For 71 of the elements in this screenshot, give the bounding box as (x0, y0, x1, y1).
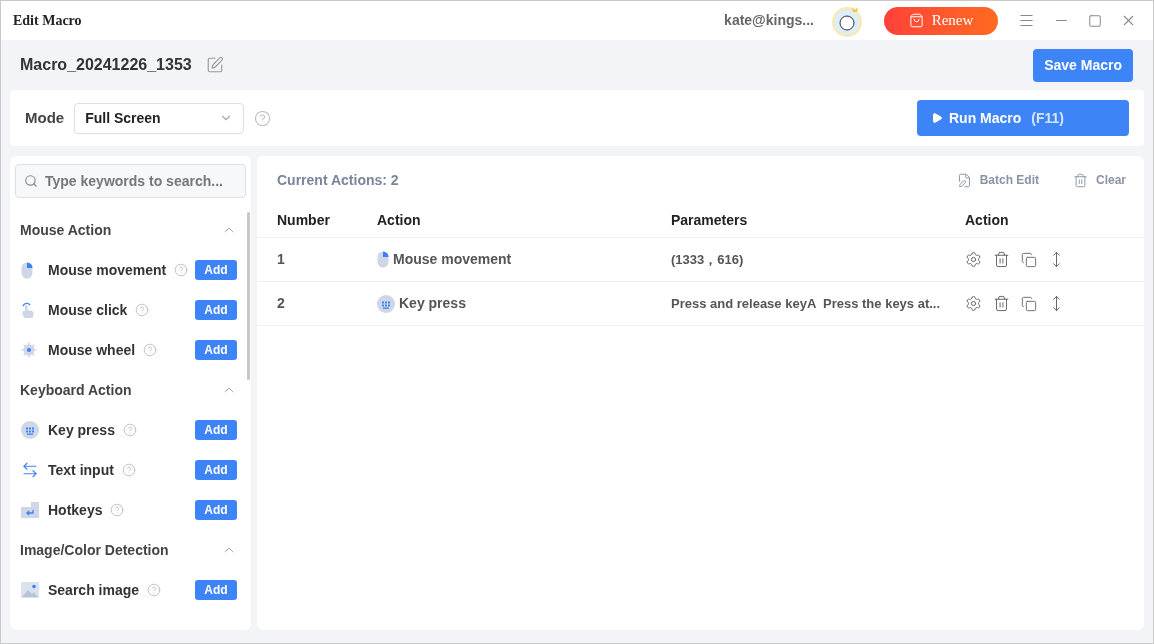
column-header: Action (377, 211, 422, 230)
search-icon (24, 174, 38, 188)
action-label: Mouse click (48, 300, 128, 320)
run-macro-button[interactable]: Run Macro (F11) (917, 100, 1129, 136)
trash-icon (1072, 172, 1088, 188)
edit-icon[interactable] (205, 56, 224, 74)
add-button[interactable]: Add (195, 580, 237, 600)
table-cell-text: (1333，616) (671, 250, 745, 269)
group-title: Image/Color Detection (20, 540, 170, 560)
play-icon (931, 112, 943, 124)
action-label: Mouse wheel (48, 340, 136, 360)
delete-icon[interactable] (993, 295, 1010, 312)
help-icon[interactable] (135, 303, 150, 317)
table-cell-text: Key press (399, 294, 466, 313)
menu-icon[interactable] (1018, 12, 1035, 29)
user-email: kate@kings... (724, 11, 814, 30)
column-header: Action (965, 211, 1010, 230)
action-label: Text input (48, 460, 114, 480)
action-label: Key press (48, 420, 115, 440)
maximize-icon[interactable] (1088, 13, 1102, 28)
help-icon[interactable] (110, 503, 125, 517)
table-cell-text: 2 (277, 294, 286, 313)
mode-select[interactable]: Full Screen (74, 102, 245, 134)
shopping-bag-icon (908, 13, 924, 28)
file-edit-icon (956, 172, 972, 188)
help-icon[interactable] (122, 423, 137, 437)
add-button[interactable]: Add (195, 420, 237, 440)
keypad-icon (21, 421, 39, 439)
add-button[interactable]: Add (195, 260, 237, 280)
help-icon[interactable] (121, 463, 136, 477)
group-title: Mouse Action (20, 220, 113, 240)
column-header: Number (277, 211, 331, 230)
table-cell-text: 1 (277, 250, 286, 269)
scrollbar[interactable] (247, 212, 250, 380)
save-macro-button[interactable]: Save Macro (1033, 48, 1133, 82)
action-label: Hotkeys (48, 500, 103, 520)
mouse-icon (21, 261, 33, 279)
add-button[interactable]: Add (195, 340, 237, 360)
keypad-icon (377, 294, 395, 313)
help-icon[interactable] (143, 343, 158, 357)
settings-icon[interactable] (965, 251, 982, 268)
add-button[interactable]: Add (195, 300, 237, 320)
action-label: Mouse movement (48, 260, 167, 280)
enter-key-icon (21, 502, 39, 518)
image-icon (21, 582, 39, 598)
add-button[interactable]: Add (195, 460, 237, 480)
group-title: Keyboard Action (20, 380, 133, 400)
column-header: Parameters (671, 211, 749, 230)
arrows-icon (21, 461, 39, 479)
mouse-icon (377, 251, 389, 268)
mode-label: Mode (25, 107, 65, 128)
table-cell-text: Press and release keyA Press the keys at... (671, 294, 942, 313)
search-field[interactable]: Type keywords to search... (15, 164, 246, 198)
delete-icon[interactable] (993, 251, 1010, 268)
settings-icon[interactable] (965, 295, 982, 312)
macro-name: Macro_20241226_1353 (20, 55, 192, 75)
pointer-hand-icon (21, 301, 35, 319)
gear-wheel-icon (21, 342, 37, 358)
renew-button[interactable]: Renew (884, 6, 998, 35)
batch-edit-button[interactable]: Batch Edit (956, 171, 1039, 189)
clear-button[interactable]: Clear (1072, 171, 1126, 189)
help-icon[interactable] (147, 583, 162, 597)
action-count: Current Actions: 2 (277, 170, 399, 190)
copy-icon[interactable] (1021, 251, 1037, 268)
help-icon[interactable] (254, 109, 272, 127)
help-icon[interactable] (174, 263, 189, 277)
add-button[interactable]: Add (195, 500, 237, 520)
action-label: Search image (48, 580, 140, 600)
copy-icon[interactable] (1021, 295, 1037, 312)
window-title: Edit Macro (13, 12, 82, 30)
table-cell-text: Mouse movement (393, 250, 512, 269)
